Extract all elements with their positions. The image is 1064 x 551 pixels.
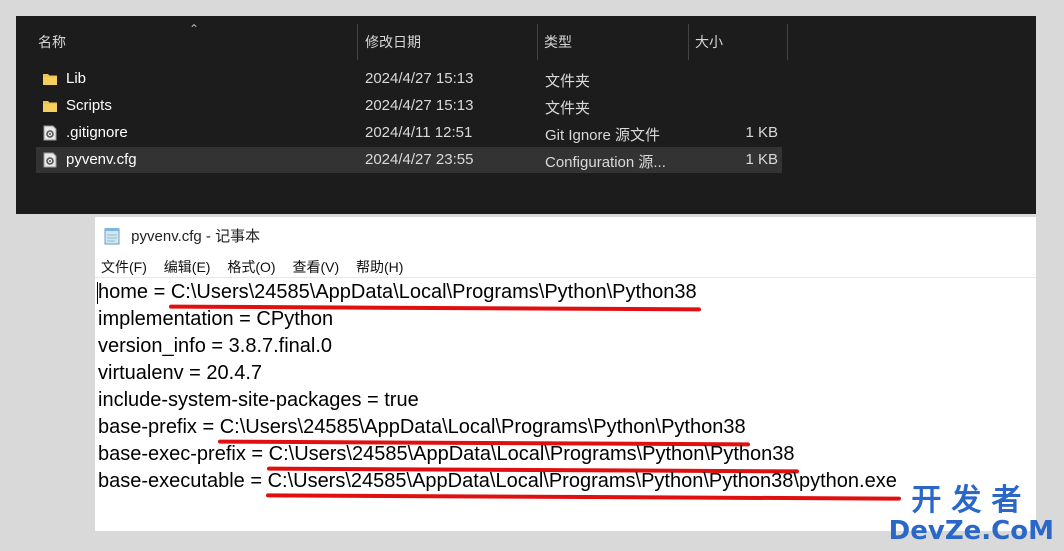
- file-size: 1 KB: [745, 124, 778, 141]
- config-key: base-exec-prefix =: [98, 443, 269, 465]
- window-title: pyvenv.cfg - 记事本: [103, 225, 260, 247]
- title-text: pyvenv.cfg - 记事本: [131, 228, 261, 245]
- config-file-icon: [42, 125, 58, 141]
- text-line: include-system-site-packages = true: [98, 387, 1036, 414]
- file-modified: 2024/4/11 12:51: [365, 124, 473, 141]
- text-editor[interactable]: home = C:\Users\24585\AppData\Local\Prog…: [97, 279, 1036, 495]
- underlined-path: C:\Users\24585\AppData\Local\Programs\Py…: [268, 468, 897, 495]
- config-value: true: [384, 389, 419, 411]
- config-key: implementation =: [98, 308, 257, 330]
- config-value: 20.4.7: [206, 362, 262, 384]
- config-key: base-executable =: [98, 470, 268, 492]
- config-key: version_info =: [98, 335, 229, 357]
- text-line: implementation = CPython: [98, 306, 1036, 333]
- sort-ascending-icon: ⌃: [189, 22, 200, 36]
- underlined-path: C:\Users\24585\AppData\Local\Programs\Py…: [269, 441, 795, 468]
- file-row[interactable]: pyvenv.cfg 2024/4/27 23:55 Configuration 源…: [36, 147, 782, 173]
- file-row[interactable]: Lib 2024/4/27 15:13 文件夹: [36, 66, 782, 92]
- file-modified: 2024/4/27 23:55: [365, 151, 474, 168]
- config-key: virtualenv =: [98, 362, 207, 384]
- column-header: ⌃ 名称 修改日期 类型 大小: [16, 16, 1036, 68]
- column-divider[interactable]: [688, 24, 689, 60]
- watermark-cn: 开发者: [911, 483, 1032, 518]
- text-line: version_info = 3.8.7.final.0: [98, 333, 1036, 360]
- file-type: 文件夹: [545, 100, 591, 117]
- column-name[interactable]: 名称: [38, 32, 66, 52]
- file-row[interactable]: Scripts 2024/4/27 15:13 文件夹: [36, 93, 782, 119]
- underlined-path: C:\Users\24585\AppData\Local\Programs\Py…: [220, 414, 746, 441]
- watermark-en: DevZe.CoM: [888, 516, 1054, 546]
- config-key: home =: [98, 281, 171, 303]
- underlined-path: C:\Users\24585\AppData\Local\Programs\Py…: [171, 279, 697, 306]
- file-type: 文件夹: [545, 73, 591, 90]
- text-line: home = C:\Users\24585\AppData\Local\Prog…: [98, 279, 1036, 306]
- notepad-window: pyvenv.cfg - 记事本 文件(F) 编辑(E) 格式(O) 查看(V)…: [95, 217, 1036, 531]
- config-value: 3.8.7.final.0: [228, 335, 333, 357]
- text-line: base-prefix = C:\Users\24585\AppData\Loc…: [98, 414, 1036, 441]
- file-explorer: ⌃ 名称 修改日期 类型 大小 Lib 2024/4/27 15:13 文件夹 Scr…: [16, 16, 1036, 214]
- column-size[interactable]: 大小: [695, 32, 723, 52]
- file-modified: 2024/4/27 15:13: [365, 97, 474, 114]
- menu-divider: [95, 277, 1036, 278]
- column-divider[interactable]: [537, 24, 538, 60]
- watermark-logo: 开发者 DevZe.CoM: [888, 483, 1054, 546]
- file-size: 1 KB: [745, 151, 778, 168]
- config-key: base-prefix =: [98, 416, 220, 438]
- folder-icon: [42, 71, 58, 87]
- config-value: CPython: [256, 308, 334, 330]
- column-modified[interactable]: 修改日期: [365, 32, 421, 52]
- file-row[interactable]: .gitignore 2024/4/11 12:51 Git Ignore 源文件 1…: [36, 120, 782, 146]
- menu-format[interactable]: 格式(O): [227, 257, 275, 277]
- file-name: pyvenv.cfg: [66, 151, 137, 168]
- file-modified: 2024/4/27 15:13: [365, 70, 474, 87]
- file-name: Scripts: [66, 97, 112, 114]
- file-name: .gitignore: [66, 124, 128, 141]
- notepad-icon: [104, 227, 120, 244]
- file-name: Lib: [66, 70, 87, 87]
- column-divider[interactable]: [357, 24, 358, 60]
- menu-edit[interactable]: 编辑(E): [164, 257, 211, 277]
- menu-file[interactable]: 文件(F): [101, 257, 147, 277]
- file-type: Git Ignore 源文件: [545, 127, 661, 144]
- config-key: include-system-site-packages =: [98, 389, 385, 411]
- menu-help[interactable]: 帮助(H): [356, 257, 403, 277]
- config-file-icon: [42, 152, 58, 168]
- text-line: base-exec-prefix = C:\Users\24585\AppDat…: [98, 441, 1036, 468]
- column-type[interactable]: 类型: [544, 32, 572, 52]
- text-line: virtualenv = 20.4.7: [98, 360, 1036, 387]
- column-divider[interactable]: [787, 24, 788, 60]
- file-type: Configuration 源...: [545, 154, 666, 171]
- menu-view[interactable]: 查看(V): [292, 257, 339, 277]
- menu-bar: 文件(F) 编辑(E) 格式(O) 查看(V) 帮助(H): [101, 257, 416, 277]
- folder-icon: [42, 98, 58, 114]
